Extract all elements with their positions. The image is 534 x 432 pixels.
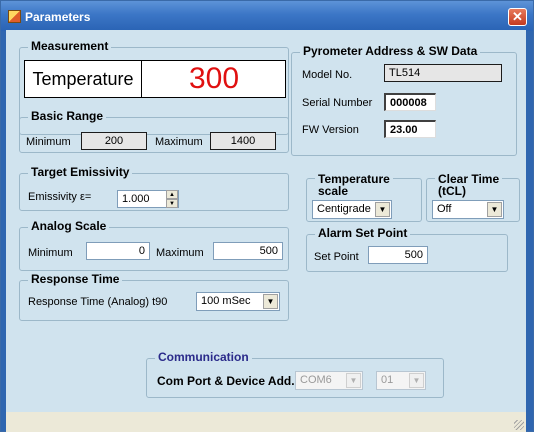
chevron-down-icon[interactable]: ▼ bbox=[487, 202, 502, 217]
analog-scale-min-input[interactable]: 0 bbox=[86, 242, 150, 260]
analog-scale-min-label: Minimum bbox=[28, 247, 73, 259]
model-no-field: TL514 bbox=[384, 64, 502, 82]
set-point-input[interactable]: 500 bbox=[368, 246, 428, 264]
basic-range-min-label: Minimum bbox=[26, 136, 71, 148]
chevron-down-icon[interactable]: ▼ bbox=[375, 202, 390, 217]
measurement-label: Temperature bbox=[25, 61, 142, 97]
temperature-scale-selected: Centigrade bbox=[317, 203, 371, 215]
response-time-selected: 100 mSec bbox=[201, 295, 251, 307]
measurement-legend: Measurement bbox=[28, 39, 112, 54]
pyrometer-legend: Pyrometer Address & SW Data bbox=[300, 44, 481, 59]
window-title: Parameters bbox=[25, 10, 91, 24]
analog-scale-max-label: Maximum bbox=[156, 247, 204, 259]
measurement-value: 300 bbox=[188, 62, 240, 95]
com-port-selected: COM6 bbox=[300, 374, 332, 386]
clear-time-legend-line2: (tCL) bbox=[438, 184, 466, 198]
fw-version-label: FW Version bbox=[302, 124, 359, 136]
close-button[interactable]: ✕ bbox=[508, 8, 527, 26]
temperature-scale-legend-line2: scale bbox=[318, 184, 349, 198]
target-emissivity-legend: Target Emissivity bbox=[28, 165, 133, 180]
title-bar[interactable]: Parameters ✕ bbox=[1, 1, 533, 31]
alarm-set-point-legend: Alarm Set Point bbox=[315, 226, 411, 241]
device-address-select[interactable]: 01 ▼ bbox=[376, 371, 426, 390]
com-port-select[interactable]: COM6 ▼ bbox=[295, 371, 363, 390]
client-area: Measurement Temperature 300 Basic Range … bbox=[6, 30, 526, 432]
response-time-select[interactable]: 100 mSec ▼ bbox=[196, 292, 280, 311]
clear-time-selected: Off bbox=[437, 203, 452, 215]
set-point-label: Set Point bbox=[314, 251, 359, 263]
serial-number-label: Serial Number bbox=[302, 97, 373, 109]
analog-scale-max-input[interactable]: 500 bbox=[213, 242, 283, 260]
app-icon bbox=[8, 10, 21, 23]
basic-range-legend: Basic Range bbox=[28, 109, 107, 124]
serial-number-field: 000008 bbox=[384, 93, 436, 111]
spin-arrows-icon[interactable]: ▲ ▼ bbox=[166, 190, 178, 208]
resize-grip-icon[interactable] bbox=[514, 420, 524, 430]
measurement-display: Temperature 300 bbox=[24, 60, 286, 98]
basic-range-min-field: 200 bbox=[81, 132, 147, 150]
chevron-down-icon[interactable]: ▼ bbox=[409, 373, 424, 388]
response-time-label: Response Time (Analog) t90 bbox=[28, 296, 168, 308]
emissivity-label: Emissivity ε= bbox=[28, 191, 92, 203]
spin-down-icon[interactable]: ▼ bbox=[166, 199, 178, 208]
chevron-down-icon[interactable]: ▼ bbox=[263, 294, 278, 309]
device-address-selected: 01 bbox=[381, 374, 394, 386]
fw-version-field: 23.00 bbox=[384, 120, 436, 138]
com-port-label: Com Port & Device Add. bbox=[157, 374, 295, 388]
clear-time-select[interactable]: Off ▼ bbox=[432, 200, 504, 219]
temperature-scale-legend: Temperature scale bbox=[315, 173, 393, 197]
communication-legend: Communication bbox=[155, 350, 252, 365]
basic-range-max-label: Maximum bbox=[155, 136, 203, 148]
status-bar bbox=[6, 412, 526, 432]
response-time-legend: Response Time bbox=[28, 272, 123, 287]
spin-up-icon[interactable]: ▲ bbox=[166, 190, 178, 199]
chevron-down-icon[interactable]: ▼ bbox=[346, 373, 361, 388]
emissivity-input[interactable]: 1.000 ▲ ▼ bbox=[117, 190, 179, 208]
clear-time-legend: Clear Time (tCL) bbox=[435, 173, 503, 198]
analog-scale-legend: Analog Scale bbox=[28, 219, 110, 234]
model-no-label: Model No. bbox=[302, 69, 353, 81]
temperature-scale-select[interactable]: Centigrade ▼ bbox=[312, 200, 392, 219]
emissivity-value: 1.000 bbox=[122, 193, 150, 205]
basic-range-max-field: 1400 bbox=[210, 132, 276, 150]
